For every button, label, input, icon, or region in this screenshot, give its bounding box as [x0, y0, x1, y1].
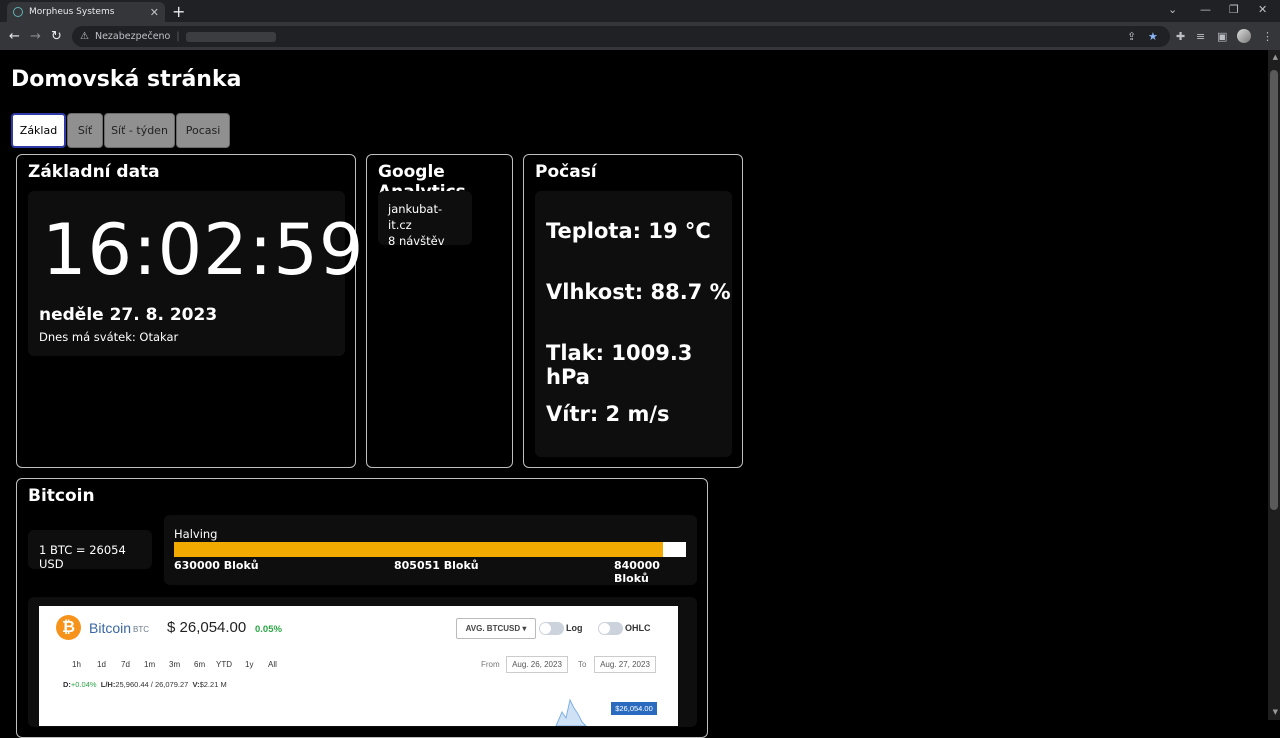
stat-d-value: +0.04%: [70, 680, 97, 689]
widget-coin-name[interactable]: Bitcoin: [89, 620, 131, 636]
ohlc-label: OHLC: [625, 623, 651, 633]
range-7d[interactable]: 7d: [121, 660, 130, 669]
close-window-button[interactable]: ✕: [1258, 3, 1267, 16]
reload-icon[interactable]: ↻: [51, 29, 62, 44]
range-1m[interactable]: 1m: [144, 660, 155, 669]
tab-zaklad[interactable]: Základ: [11, 113, 66, 148]
blocks-start: 630000 Bloků: [174, 559, 259, 572]
range-ytd[interactable]: YTD: [216, 660, 232, 669]
extensions-icon[interactable]: ✚: [1176, 30, 1185, 43]
weather-humidity: Vlhkost: 88.7 %: [546, 280, 731, 304]
stat-v-value: $2.21 M: [199, 680, 227, 689]
side-panel-icon[interactable]: ▣: [1217, 30, 1227, 43]
forward-icon[interactable]: →: [30, 29, 41, 44]
maximize-button[interactable]: ❐: [1229, 3, 1239, 16]
from-date-input[interactable]: Aug. 26, 2023: [506, 656, 568, 673]
basic-data-title: Základní data: [28, 162, 160, 182]
page-title: Domovská stránka: [11, 67, 242, 92]
range-1h[interactable]: 1h: [72, 660, 81, 669]
halving-label: Halving: [174, 527, 218, 541]
from-label: From: [481, 660, 500, 669]
analytics-panel: jankubat-it.cz 8 návštěv: [378, 191, 472, 248]
stat-lh-value: 25,960.44 / 26,079.27: [115, 680, 189, 689]
weather-temperature: Teplota: 19 °C: [546, 219, 711, 243]
range-1d[interactable]: 1d: [97, 660, 106, 669]
btc-price: 1 BTC = 26054 USD: [39, 543, 126, 571]
range-all[interactable]: All: [268, 660, 277, 669]
stat-lh-label: L/H:: [100, 680, 116, 689]
tab-sit[interactable]: Síť: [67, 113, 103, 148]
clock-panel: 16:02:59 neděle 27. 8. 2023 Dnes má svát…: [28, 191, 363, 356]
weather-card: Počasí Teplota: 19 °C Vlhkost: 88.7 % Tl…: [523, 154, 743, 468]
scrollbar-thumb[interactable]: [1270, 70, 1278, 510]
weather-wind: Vítr: 2 m/s: [546, 402, 670, 426]
stat-d-label: D:: [63, 680, 71, 689]
log-label: Log: [566, 623, 583, 633]
log-toggle[interactable]: [539, 622, 564, 635]
basic-data-card: Základní data 16:02:59 neděle 27. 8. 202…: [16, 154, 363, 468]
scroll-up-icon[interactable]: ▲: [1273, 53, 1278, 61]
site-favicon-icon: [13, 7, 23, 17]
bookmark-star-icon[interactable]: ★: [1148, 30, 1158, 43]
security-label: Nezabezpečeno: [94, 31, 171, 42]
browser-tab-title: Morpheus Systems: [29, 7, 115, 17]
weather-title: Počasí: [535, 162, 597, 182]
share-icon[interactable]: ⇪: [1127, 30, 1136, 43]
clock-time: 16:02:59: [42, 209, 365, 291]
btc-price-panel: 1 BTC = 26054 USD: [28, 530, 152, 571]
widget-stats: D:+0.04% L/H:25,960.44 / 26,079.27 V:$2.…: [63, 680, 227, 689]
price-sparkline: [555, 698, 587, 726]
current-date: neděle 27. 8. 2023: [39, 305, 218, 325]
sparkline-area: [555, 698, 587, 726]
analytics-site: jankubat-it.cz: [388, 202, 443, 232]
pair-select[interactable]: AVG. BTCUSD ▾: [456, 618, 536, 639]
price-tag: $26,054.00: [611, 702, 657, 715]
ohlc-toggle[interactable]: [598, 622, 623, 635]
tab-pocasi[interactable]: Pocasi: [176, 113, 230, 148]
address-bar[interactable]: ⚠ Nezabezpečeno |: [72, 26, 1170, 47]
separator: |: [176, 31, 180, 42]
halving-panel: Halving 630000 Bloků 805051 Bloků 840000…: [164, 515, 697, 585]
halving-progress-fill: [174, 542, 664, 557]
halving-progress-bar: [174, 542, 686, 557]
range-6m[interactable]: 6m: [194, 660, 205, 669]
weather-pressure: Tlak: 1009.3 hPa: [546, 341, 693, 389]
browser-tabstrip: Morpheus Systems ✕ + ⌄ — ❐ ✕: [0, 0, 1280, 22]
nameday-text: Dnes má svátek: Otakar: [39, 330, 179, 344]
bitcoin-title: Bitcoin: [28, 486, 95, 506]
reading-list-icon[interactable]: ≡: [1196, 30, 1205, 43]
blocks-current: 805051 Bloků: [394, 559, 479, 572]
to-label: To: [578, 660, 587, 669]
profile-avatar[interactable]: [1237, 29, 1251, 43]
blocks-end: 840000 Bloků: [614, 559, 660, 585]
scroll-down-icon[interactable]: ▼: [1273, 708, 1278, 716]
warning-icon: ⚠: [80, 31, 89, 42]
to-date-input[interactable]: Aug. 27, 2023: [594, 656, 656, 673]
btc-price-widget: ₿ Bitcoin BTC $ 26,054.00 0.05% AVG. BTC…: [39, 606, 678, 726]
widget-change: 0.05%: [255, 624, 282, 635]
minimize-button[interactable]: —: [1200, 3, 1211, 16]
url-redacted: [185, 31, 276, 42]
browser-tab[interactable]: Morpheus Systems ✕: [7, 2, 165, 22]
range-1y[interactable]: 1y: [245, 660, 253, 669]
tab-search-icon[interactable]: ⌄: [1168, 3, 1177, 16]
range-3m[interactable]: 3m: [169, 660, 180, 669]
tab-sit-tyden[interactable]: Síť - týden: [104, 113, 175, 148]
stat-v-label: V:: [192, 680, 200, 689]
widget-coin-symbol: BTC: [133, 625, 149, 634]
analytics-card: Google Analytics jankubat-it.cz 8 návště…: [366, 154, 513, 468]
tab-close-icon[interactable]: ✕: [150, 6, 159, 19]
weather-panel: Teplota: 19 °C Vlhkost: 88.7 % Tlak: 100…: [535, 191, 732, 457]
widget-price: $ 26,054.00: [167, 619, 247, 636]
new-tab-button[interactable]: +: [172, 2, 185, 21]
analytics-visits: 8 návštěv: [388, 234, 445, 248]
menu-icon[interactable]: ⋮: [1262, 30, 1273, 43]
bitcoin-logo-icon: ₿: [56, 615, 81, 640]
back-icon[interactable]: ←: [9, 29, 20, 44]
